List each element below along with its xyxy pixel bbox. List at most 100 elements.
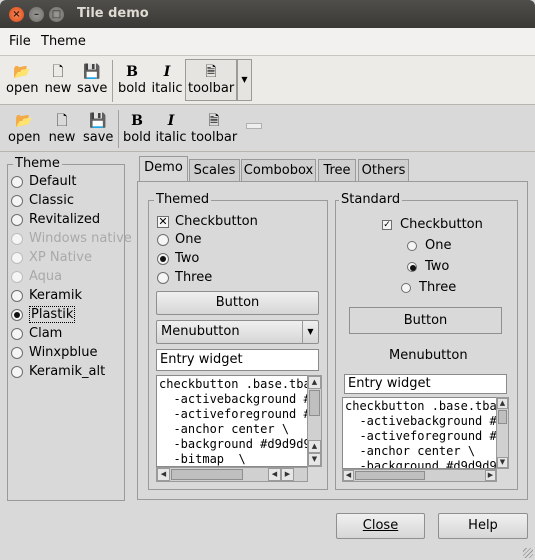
scroll-left-icon[interactable]: ◀ bbox=[157, 468, 170, 481]
radio-icon bbox=[401, 283, 411, 293]
theme-radio-item[interactable]: Windows native bbox=[11, 230, 132, 248]
toolbar2-bold-button[interactable]: B bold bbox=[122, 112, 152, 145]
themed-text-area[interactable]: checkbutton .base.tba -activebackground … bbox=[156, 375, 308, 467]
help-button[interactable]: Help bbox=[438, 513, 528, 539]
theme-radio-item[interactable]: Keramik bbox=[11, 287, 82, 305]
scroll-down-icon[interactable]: ▲ bbox=[308, 440, 321, 453]
theme-radio-label: Windows native bbox=[29, 231, 132, 246]
standard-radio-one[interactable]: One bbox=[407, 237, 451, 255]
menu-theme[interactable]: Theme bbox=[41, 34, 86, 49]
save-disk-icon: 💾 bbox=[83, 64, 101, 80]
standard-hscrollbar[interactable]: ◀ ▶ bbox=[342, 469, 497, 482]
radio-selected-icon bbox=[157, 253, 169, 265]
toolbar2-toolbar-button[interactable]: 🗎 toolbar bbox=[191, 112, 237, 145]
toolbar1-open-button[interactable]: 📂 open bbox=[6, 63, 38, 96]
themed-entry[interactable]: Entry widget bbox=[156, 349, 319, 371]
theme-radio-item[interactable]: Clam bbox=[11, 325, 62, 343]
bold-icon: B bbox=[126, 64, 138, 80]
theme-radio-label: Default bbox=[29, 174, 77, 189]
toolbar2-handle[interactable] bbox=[246, 123, 262, 129]
tab-combobox[interactable]: Combobox bbox=[241, 159, 316, 182]
theme-radio-item[interactable]: Plastik bbox=[11, 306, 76, 324]
standard-text-area[interactable]: checkbutton .base.tba -activebackground … bbox=[342, 397, 497, 469]
checkbox-checked-icon: ✓ bbox=[382, 220, 392, 230]
theme-radio-item[interactable]: Aqua bbox=[11, 268, 62, 286]
standard-radio-two[interactable]: Two bbox=[407, 258, 449, 276]
standard-radio-three[interactable]: Three bbox=[401, 279, 456, 297]
themed-radio-one[interactable]: One bbox=[157, 231, 201, 249]
theme-radio-label: Keramik bbox=[29, 288, 82, 303]
themed-radio-three[interactable]: Three bbox=[157, 269, 212, 287]
themed-hscrollbar[interactable]: ◀ ◀ ▶ bbox=[156, 467, 308, 482]
scroll-right-icon[interactable]: ▶ bbox=[485, 470, 496, 481]
radio-icon bbox=[11, 290, 23, 302]
scroll-left-icon[interactable]: ◀ bbox=[268, 468, 281, 481]
themed-button[interactable]: Button bbox=[156, 291, 319, 315]
close-button[interactable]: Close bbox=[336, 513, 425, 539]
theme-radio-item[interactable]: Winxpblue bbox=[11, 344, 97, 362]
scroll-thumb[interactable] bbox=[355, 471, 425, 480]
text-line: -bitmap \ bbox=[159, 452, 246, 466]
radio-icon bbox=[11, 347, 23, 359]
scroll-right-icon[interactable]: ▶ bbox=[281, 468, 294, 481]
tab-tree[interactable]: Tree bbox=[318, 159, 356, 182]
standard-radio-two-label: Two bbox=[425, 259, 450, 274]
theme-radio-item[interactable]: Classic bbox=[11, 192, 74, 210]
window-title: Tile demo bbox=[77, 6, 149, 21]
close-button-label: Close bbox=[362, 518, 399, 533]
theme-radio-item[interactable]: Default bbox=[11, 173, 77, 191]
scroll-up-icon[interactable]: ▲ bbox=[497, 398, 508, 409]
title-bar: × – □ Tile demo bbox=[0, 0, 535, 28]
text-line: -activebackground # bbox=[159, 392, 308, 406]
toolbar2-new-button[interactable]: 🗋 new bbox=[47, 112, 77, 145]
scroll-thumb[interactable] bbox=[498, 410, 507, 424]
theme-radio-label: Keramik_alt bbox=[29, 364, 106, 379]
theme-radio-item[interactable]: XP Native bbox=[11, 249, 92, 267]
scroll-up-icon[interactable]: ▲ bbox=[308, 376, 321, 389]
radio-icon bbox=[157, 234, 169, 246]
toolbar1-new-label: new bbox=[44, 81, 72, 96]
text-line: -anchor center \ bbox=[345, 444, 476, 458]
theme-radio-item[interactable]: Keramik_alt bbox=[11, 363, 105, 381]
scroll-left-icon[interactable]: ◀ bbox=[343, 470, 354, 481]
themed-checkbutton[interactable]: ✕ Checkbutton bbox=[157, 213, 258, 231]
theme-radio-label: Revitalized bbox=[29, 212, 101, 227]
radio-icon bbox=[11, 176, 23, 188]
toolbar1-italic-button[interactable]: I italic bbox=[151, 63, 183, 96]
tab-others[interactable]: Others bbox=[358, 159, 409, 182]
standard-vscrollbar[interactable]: ▲ ▼ bbox=[496, 397, 509, 469]
themed-radio-two[interactable]: Two bbox=[157, 250, 199, 268]
theme-radio-item[interactable]: Revitalized bbox=[11, 211, 100, 229]
themed-radio-three-label: Three bbox=[175, 270, 213, 285]
radio-icon bbox=[11, 252, 23, 264]
radio-icon bbox=[407, 241, 417, 251]
tab-scales[interactable]: Scales bbox=[189, 159, 240, 182]
themed-menubutton[interactable]: Menubutton ▼ bbox=[156, 320, 319, 344]
italic-icon: I bbox=[167, 113, 175, 129]
toolbar1-open-label: open bbox=[6, 81, 39, 96]
toolbar2-open-button[interactable]: 📂 open bbox=[8, 112, 40, 145]
folder-open-icon: 📂 bbox=[13, 64, 31, 80]
toolbar1-bold-button[interactable]: B bold bbox=[117, 63, 147, 96]
minimize-window-button[interactable]: – bbox=[29, 7, 44, 22]
standard-entry[interactable]: Entry widget bbox=[344, 374, 507, 394]
toolbar2-italic-button[interactable]: I italic bbox=[155, 112, 187, 145]
toolbar1-save-button[interactable]: 💾 save bbox=[77, 63, 107, 96]
scroll-thumb[interactable] bbox=[171, 469, 243, 480]
standard-checkbutton[interactable]: ✓ Checkbutton bbox=[382, 216, 483, 234]
toolbar1-new-button[interactable]: 🗋 new bbox=[43, 63, 73, 96]
standard-menubutton[interactable]: Menubutton bbox=[389, 348, 468, 363]
close-window-button[interactable]: × bbox=[9, 7, 24, 22]
radio-icon bbox=[11, 366, 23, 378]
tab-demo[interactable]: Demo bbox=[139, 156, 188, 182]
menu-file[interactable]: File bbox=[9, 34, 31, 49]
standard-button[interactable]: Button bbox=[349, 307, 502, 334]
toolbar2-save-button[interactable]: 💾 save bbox=[83, 112, 113, 145]
maximize-window-button[interactable]: □ bbox=[49, 7, 64, 22]
scroll-down-icon[interactable]: ▼ bbox=[497, 457, 508, 468]
themed-vscrollbar[interactable]: ▲ ▲ ▼ bbox=[307, 375, 322, 467]
scroll-thumb[interactable] bbox=[309, 390, 320, 416]
resize-grip-icon[interactable] bbox=[523, 548, 533, 558]
toolbar1-dropdown-button[interactable]: ▼ bbox=[237, 59, 252, 101]
scroll-down-icon[interactable]: ▼ bbox=[308, 453, 321, 466]
